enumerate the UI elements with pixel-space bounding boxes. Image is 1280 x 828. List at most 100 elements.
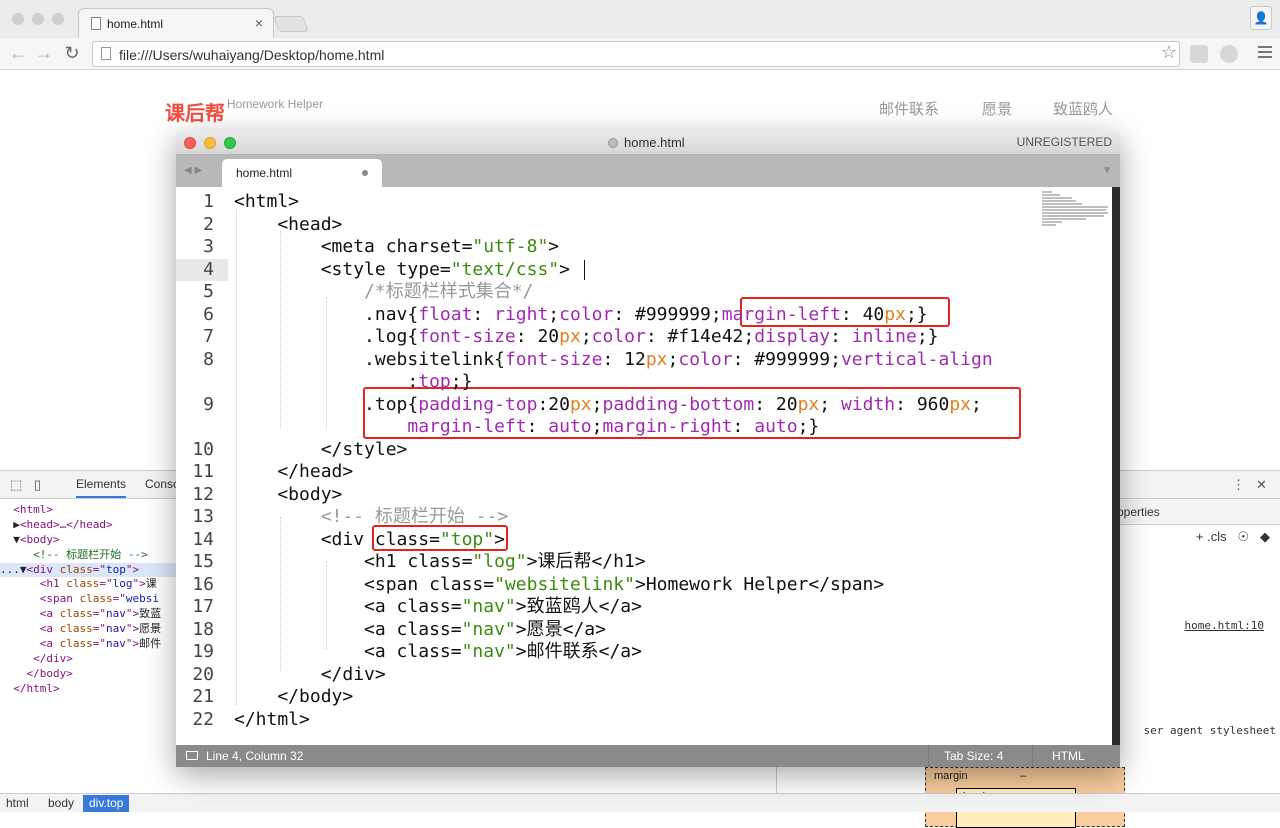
breadcrumb-div-top[interactable]: div.top <box>83 795 130 812</box>
dom-node-row[interactable]: </div> <box>0 652 176 667</box>
code-line[interactable]: </html> <box>234 709 310 731</box>
editor-zoom-button[interactable] <box>224 137 236 149</box>
code-line[interactable]: </body> <box>234 686 353 708</box>
code-line[interactable]: <div class="top"> <box>234 529 505 551</box>
extension-icon[interactable] <box>1190 45 1208 63</box>
react-devtools-icon[interactable] <box>1220 45 1238 63</box>
dom-node-row[interactable]: <a class="nav">愿景 <box>0 622 176 637</box>
code-line[interactable]: .log{font-size: 20px;color: #f14e42;disp… <box>234 326 938 348</box>
code-line[interactable]: <span class="websitelink">Homework Helpe… <box>234 574 884 596</box>
dom-node-row[interactable]: <h1 class="log">课 <box>0 577 176 592</box>
editor-tab[interactable]: home.html <box>222 159 382 187</box>
dom-node-row[interactable]: <!-- 标题栏开始 --> <box>0 548 176 563</box>
editor-minimize-button[interactable] <box>204 137 216 149</box>
code-line[interactable]: <a class="nav">愿景</a> <box>234 619 606 641</box>
dom-node-row[interactable]: ▶<head>…</head> <box>0 518 176 533</box>
nav-link-vision[interactable]: 愿景 <box>982 98 1012 119</box>
back-button[interactable]: ← <box>8 43 28 64</box>
bookmark-star-icon[interactable]: ☆ <box>1161 42 1177 63</box>
code-line[interactable]: /*标题栏样式集合*/ <box>234 281 533 303</box>
code-line[interactable]: .websitelink{font-size: 12px;color: #999… <box>234 349 993 371</box>
nav-link-lanou[interactable]: 致蓝鸥人 <box>1053 98 1113 119</box>
user-profile-icon[interactable]: 👤 <box>1250 6 1272 30</box>
code-line[interactable]: </div> <box>234 664 386 686</box>
code-line[interactable]: <h1 class="log">课后帮</h1> <box>234 551 646 573</box>
code-editor[interactable]: 1 2 3 4 5 6 7 8 9 10 11 12 13 14 15 16 17 18 19 20 21 22 <htm… <box>176 187 1120 745</box>
code-line[interactable]: .top{padding-top:20px;padding-bottom: 20… <box>234 394 982 416</box>
tab-close-icon[interactable]: × <box>255 15 263 31</box>
reload-button[interactable]: ↻ <box>62 43 82 64</box>
dom-node-row[interactable]: </html> <box>0 682 176 697</box>
browser-tab[interactable]: home.html × <box>78 8 274 38</box>
dom-node-indent[interactable] <box>0 637 40 650</box>
url-text[interactable]: file:///Users/wuhaiyang/Desktop/home.htm… <box>119 47 384 63</box>
syntax-selector[interactable]: HTML <box>1052 749 1085 763</box>
code-line[interactable]: <head> <box>234 214 342 236</box>
new-tab-button[interactable] <box>273 16 309 32</box>
dom-node-row[interactable]: </body> <box>0 667 176 682</box>
dom-tree[interactable]: <html> ▶<head>…</head> ▼<body> <!-- 标题栏开… <box>0 503 176 697</box>
tab-dropdown-icon[interactable]: ▼ <box>1102 165 1112 176</box>
address-bar[interactable]: file:///Users/wuhaiyang/Desktop/home.htm… <box>92 41 1180 67</box>
breadcrumb-body[interactable]: body <box>48 796 74 810</box>
window-zoom-button[interactable] <box>52 13 64 25</box>
palette-icon[interactable]: ◆ <box>1253 529 1270 544</box>
dom-node-row[interactable]: ▼<body> <box>0 533 176 548</box>
code-line[interactable]: </head> <box>234 461 353 483</box>
dom-node-indent[interactable] <box>0 548 33 561</box>
code-line[interactable]: <!-- 标题栏开始 --> <box>234 506 509 528</box>
forward-button[interactable]: → <box>34 43 54 64</box>
dom-node-indent[interactable] <box>0 652 33 665</box>
style-source-link[interactable]: home.html:10 <box>1185 619 1264 632</box>
inspect-element-icon[interactable]: ⬚ <box>10 477 22 493</box>
pin-icon[interactable]: ☉ <box>1230 529 1249 544</box>
breadcrumb-html[interactable]: html <box>6 796 29 810</box>
tab-console[interactable]: Conso <box>145 477 180 491</box>
dom-node-indent[interactable] <box>0 592 40 605</box>
more-options-icon[interactable]: ⋮ <box>1232 477 1245 493</box>
add-style-rule-button[interactable]: + <box>1196 529 1204 544</box>
dom-node-row[interactable]: <span class="websi <box>0 592 176 607</box>
window-close-button[interactable] <box>12 13 24 25</box>
editor-scrollbar[interactable] <box>1112 187 1120 745</box>
dom-node-indent[interactable] <box>0 667 27 680</box>
dom-node-row[interactable]: <a class="nav">致蓝 <box>0 607 176 622</box>
code-area[interactable]: <html> <head> <meta charset="utf-8"> <st… <box>234 187 1054 745</box>
dom-node-indent[interactable] <box>0 577 40 590</box>
dom-node-row[interactable]: ...▼<div class="top"> <box>0 562 176 578</box>
code-line[interactable]: <style type="text/css"> <box>234 259 570 281</box>
code-line[interactable]: <html> <box>234 191 299 213</box>
tab-properties[interactable]: operties <box>1117 505 1160 519</box>
code-line[interactable]: <meta charset="utf-8"> <box>234 236 559 258</box>
dom-node-indent[interactable] <box>0 607 40 620</box>
nav-link-contact[interactable]: 邮件联系 <box>879 98 939 119</box>
minimap[interactable] <box>1042 191 1112 241</box>
tab-size-selector[interactable]: Tab Size: 4 <box>944 749 1003 763</box>
dom-node-indent[interactable]: ▶ <box>0 518 20 531</box>
code-line[interactable]: :top;} <box>234 371 472 393</box>
device-mode-icon[interactable]: ▯ <box>34 477 41 493</box>
tab-elements[interactable]: Elements <box>76 477 127 498</box>
chrome-menu-icon[interactable] <box>1258 46 1272 61</box>
window-minimize-button[interactable] <box>32 13 44 25</box>
cls-toggle-button[interactable]: .cls <box>1207 529 1227 544</box>
dom-node-indent[interactable]: ▼ <box>0 533 20 546</box>
code-line[interactable]: .nav{float: right;color: #999999;margin-… <box>234 304 928 326</box>
code-line[interactable]: <a class="nav">邮件联系</a> <box>234 641 642 663</box>
code-line[interactable]: margin-left: auto;margin-right: auto;} <box>234 416 819 438</box>
dom-node-indent[interactable] <box>0 503 13 516</box>
tab-scroll-arrows-icon[interactable]: ◀ ▶ <box>184 165 202 176</box>
panel-toggle-icon[interactable] <box>186 751 198 760</box>
unsaved-dot-icon[interactable] <box>362 170 368 176</box>
dom-node-indent[interactable]: ...▼ <box>0 563 27 576</box>
dom-node-row[interactable]: <a class="nav">邮件 <box>0 637 176 652</box>
code-line[interactable]: <body> <box>234 484 342 506</box>
dom-node-indent[interactable] <box>0 682 13 695</box>
dom-node-indent[interactable] <box>0 622 40 635</box>
dom-node-row[interactable]: <html> <box>0 503 176 518</box>
code-line[interactable]: </style> <box>234 439 408 461</box>
code-line[interactable]: <a class="nav">致蓝鸥人</a> <box>234 596 642 618</box>
box-model-margin-value[interactable]: – <box>1020 770 1026 782</box>
devtools-close-icon[interactable]: ✕ <box>1256 477 1267 493</box>
editor-close-button[interactable] <box>184 137 196 149</box>
